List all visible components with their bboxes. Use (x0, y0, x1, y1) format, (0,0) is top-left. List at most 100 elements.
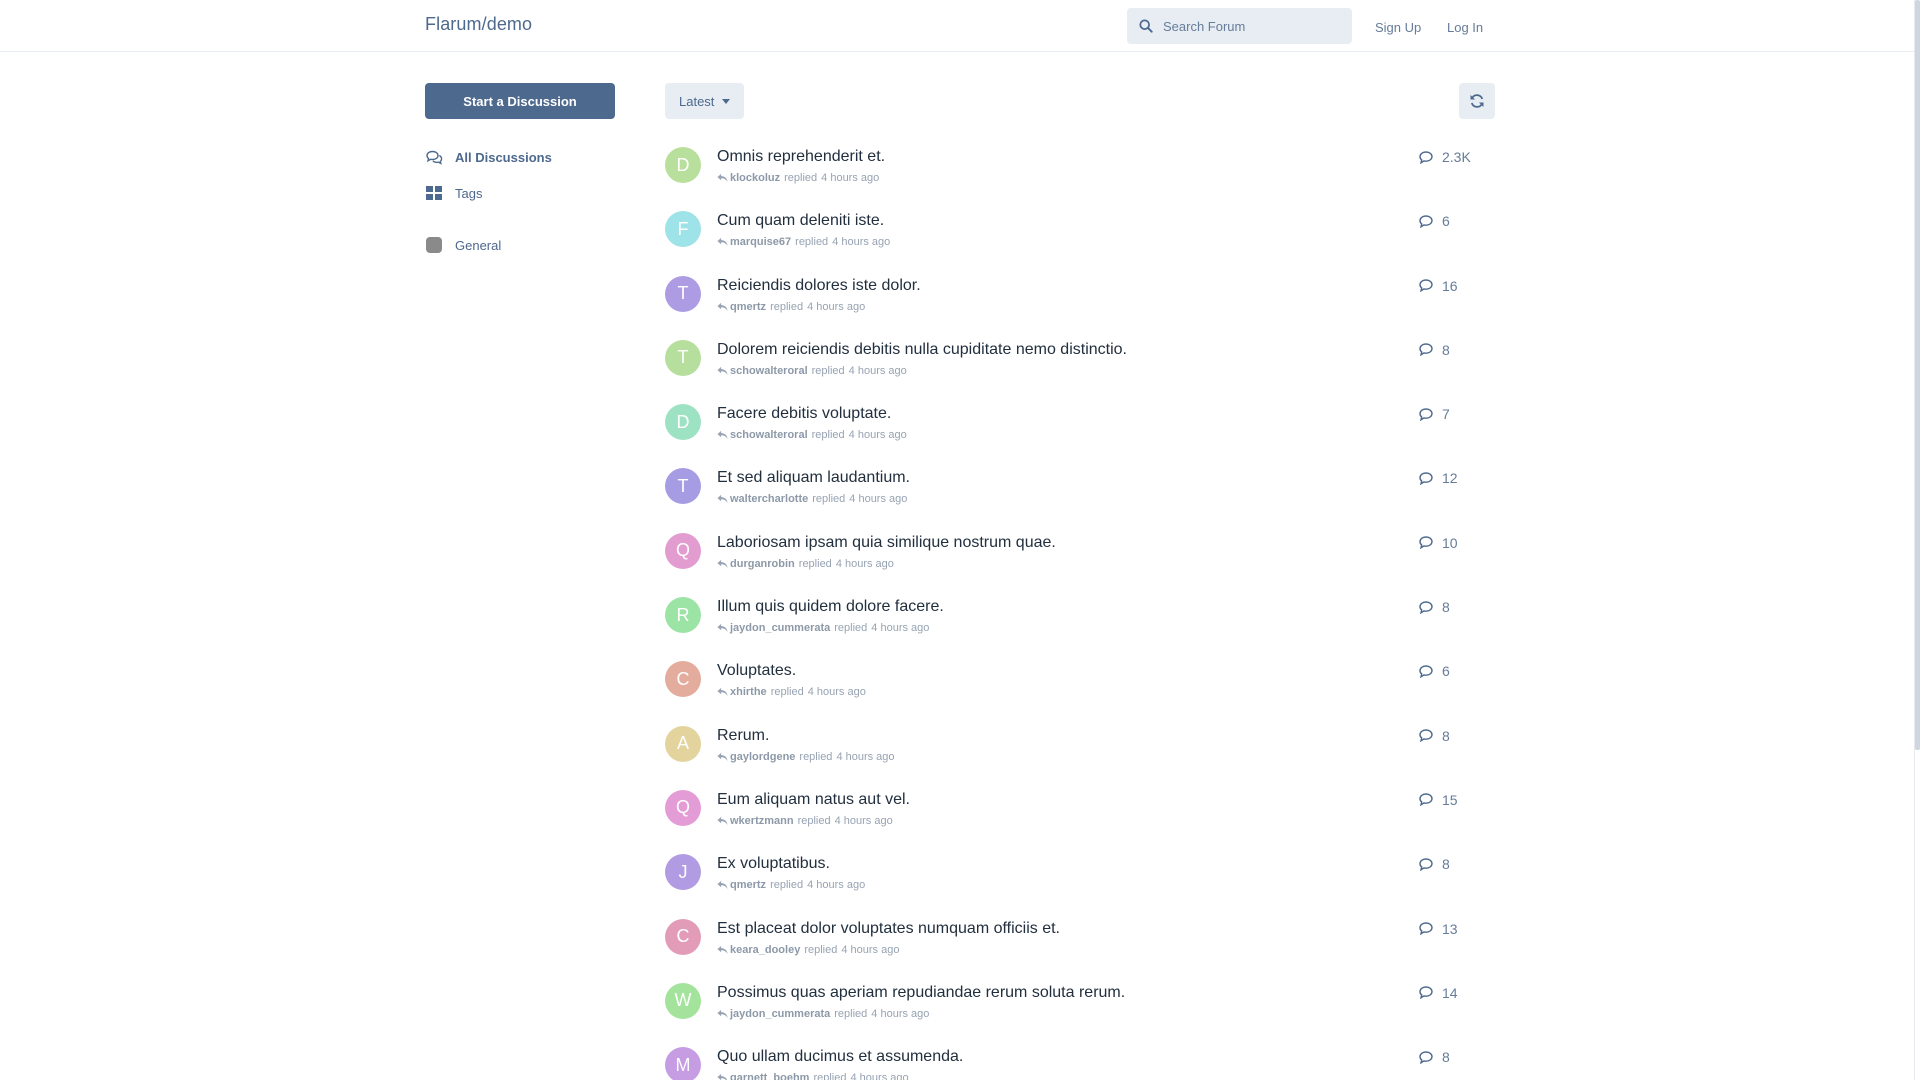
avatar[interactable]: D (665, 404, 701, 441)
username[interactable]: schowalteroral (730, 365, 808, 377)
log-in-link[interactable]: Log In (1447, 20, 1483, 35)
search-box[interactable] (1127, 8, 1352, 44)
discussion-title[interactable]: Rerum. (717, 727, 769, 745)
avatar[interactable]: M (665, 1047, 701, 1080)
discussion-row[interactable]: M Quo ullam ducimus et assumenda. garnet… (665, 1045, 1495, 1080)
discussion-row[interactable]: T Dolorem reiciendis debitis nulla cupid… (665, 338, 1495, 402)
avatar[interactable]: A (665, 725, 701, 762)
nav-tags[interactable]: Tags (425, 185, 482, 201)
username[interactable]: jaydon_cummerata (730, 622, 830, 634)
username[interactable]: wkertzmann (730, 815, 794, 827)
avatar[interactable]: T (665, 339, 701, 376)
username[interactable]: qmertz (730, 879, 766, 891)
username[interactable]: qmertz (730, 301, 766, 313)
discussion-title[interactable]: Omnis reprehenderit et. (717, 148, 885, 166)
reply-count: 6 (1419, 213, 1450, 229)
refresh-button[interactable] (1459, 83, 1495, 119)
discussion-title[interactable]: Ex voluptatibus. (717, 855, 830, 873)
discussion-row[interactable]: Q Eum aliquam natus aut vel. wkertzmann … (665, 788, 1495, 852)
scrollbar-thumb[interactable] (1915, 0, 1920, 750)
timestamp: 4 hours ago (807, 879, 866, 892)
avatar[interactable]: Q (665, 789, 701, 826)
discussion-title[interactable]: Facere debitis voluptate. (717, 405, 891, 423)
reply-icon (717, 431, 728, 440)
discussion-row[interactable]: F Cum quam deleniti iste. marquise67 rep… (665, 209, 1495, 273)
avatar[interactable]: Q (665, 532, 701, 569)
discussion-meta: jaydon_cummerata replied 4 hours ago (717, 1008, 929, 1020)
discussion-title[interactable]: Est placeat dolor voluptates numquam off… (717, 920, 1060, 938)
avatar[interactable]: F (665, 211, 701, 248)
discussion-title[interactable]: Possimus quas aperiam repudiandae rerum … (717, 984, 1125, 1002)
reply-count: 14 (1419, 985, 1458, 1001)
discussion-title[interactable]: Reiciendis dolores iste dolor. (717, 277, 921, 295)
discussion-list: D Omnis reprehenderit et. klockoluz repl… (665, 145, 1495, 1080)
reply-count: 12 (1419, 470, 1458, 486)
discussion-meta: durganrobin replied 4 hours ago (717, 558, 894, 570)
username[interactable]: durganrobin (730, 558, 795, 570)
avatar-letter: A (676, 733, 689, 754)
count-value: 8 (1442, 599, 1450, 616)
count-value: 6 (1442, 663, 1450, 680)
avatar-letter: W (674, 990, 692, 1011)
forum-title[interactable]: Flarum/demo (425, 14, 532, 35)
username[interactable]: garnett_boehm (730, 1072, 809, 1080)
username[interactable]: schowalteroral (730, 429, 808, 441)
avatar[interactable]: D (665, 147, 701, 183)
username[interactable]: jaydon_cummerata (730, 1008, 830, 1020)
discussion-meta: xhirthe replied 4 hours ago (717, 686, 866, 698)
timestamp: 4 hours ago (807, 686, 866, 699)
discussion-row[interactable]: R Illum quis quidem dolore facere. jaydo… (665, 595, 1495, 659)
discussion-title[interactable]: Cum quam deleniti iste. (717, 212, 884, 230)
sort-dropdown[interactable]: Latest (665, 83, 745, 119)
sign-up-link[interactable]: Sign Up (1375, 20, 1421, 35)
username[interactable]: keara_dooley (730, 944, 800, 956)
discussion-title[interactable]: Quo ullam ducimus et assumenda. (717, 1048, 963, 1066)
discussion-row[interactable]: T Et sed aliquam laudantium. waltercharl… (665, 466, 1495, 530)
reply-icon (717, 238, 728, 247)
discussion-meta: waltercharlotte replied 4 hours ago (717, 493, 907, 505)
discussion-row[interactable]: J Ex voluptatibus. qmertz replied 4 hour… (665, 852, 1495, 916)
tag-general[interactable]: General (425, 237, 501, 253)
avatar[interactable]: C (665, 918, 701, 955)
nav-all-discussions[interactable]: All Discussions (425, 149, 552, 165)
username[interactable]: marquise67 (730, 236, 791, 248)
discussion-title[interactable]: Eum aliquam natus aut vel. (717, 791, 910, 809)
discussion-row[interactable]: T Reiciendis dolores iste dolor. qmertz … (665, 274, 1495, 338)
avatar[interactable]: T (665, 275, 701, 312)
reply-icon (717, 173, 728, 182)
comment-icon (1419, 343, 1433, 357)
site-header: Flarum/demo Sign Up Log In (0, 0, 1918, 52)
discussion-row[interactable]: D Omnis reprehenderit et. klockoluz repl… (665, 145, 1495, 209)
discussion-title[interactable]: Et sed aliquam laudantium. (717, 469, 910, 487)
discussion-title[interactable]: Dolorem reiciendis debitis nulla cupidit… (717, 341, 1127, 359)
username[interactable]: klockoluz (730, 172, 780, 184)
avatar[interactable]: C (665, 661, 701, 698)
avatar[interactable]: J (665, 854, 701, 891)
discussion-row[interactable]: A Rerum. gaylordgene replied 4 hours ago… (665, 724, 1495, 788)
avatar[interactable]: R (665, 597, 701, 634)
avatar[interactable]: W (665, 982, 701, 1019)
start-discussion-button[interactable]: Start a Discussion (425, 83, 615, 119)
discussion-row[interactable]: C Est placeat dolor voluptates numquam o… (665, 917, 1495, 981)
discussion-row[interactable]: D Facere debitis voluptate. schowalteror… (665, 402, 1495, 466)
discussion-meta: wkertzmann replied 4 hours ago (717, 815, 893, 827)
discussion-row[interactable]: W Possimus quas aperiam repudiandae reru… (665, 981, 1495, 1045)
reply-count: 8 (1419, 1049, 1450, 1065)
reply-count: 8 (1419, 342, 1450, 358)
username[interactable]: waltercharlotte (730, 493, 808, 505)
action-text: replied (770, 879, 804, 892)
discussion-title[interactable]: Voluptates. (717, 662, 796, 680)
username[interactable]: xhirthe (730, 686, 767, 698)
discussion-title[interactable]: Illum quis quidem dolore facere. (717, 598, 944, 616)
discussion-meta: qmertz replied 4 hours ago (717, 879, 865, 891)
search-input[interactable] (1163, 18, 1343, 34)
discussion-title[interactable]: Laboriosam ipsam quia similique nostrum … (717, 534, 1056, 552)
avatar[interactable]: T (665, 468, 701, 505)
timestamp: 4 hours ago (848, 429, 907, 442)
reply-count: 7 (1419, 406, 1450, 422)
discussion-row[interactable]: Q Laboriosam ipsam quia similique nostru… (665, 531, 1495, 595)
discussion-meta: marquise67 replied 4 hours ago (717, 236, 890, 248)
username[interactable]: gaylordgene (730, 751, 795, 763)
count-value: 8 (1442, 727, 1450, 744)
discussion-row[interactable]: C Voluptates. xhirthe replied 4 hours ag… (665, 659, 1495, 723)
